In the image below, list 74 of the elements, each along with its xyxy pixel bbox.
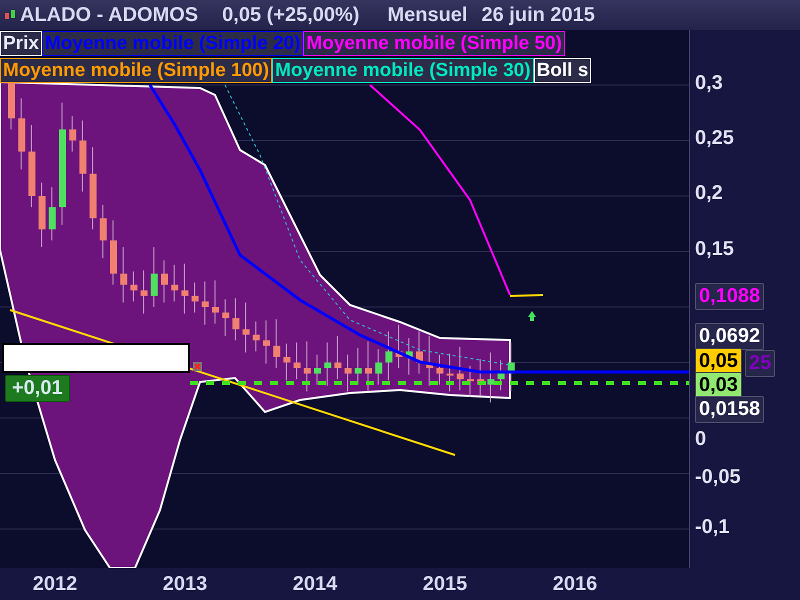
legend-item: Boll s — [534, 58, 592, 83]
legend-item: Moyenne mobile (Simple 30) — [272, 58, 534, 83]
candlestick — [263, 320, 270, 364]
candlestick — [314, 354, 321, 386]
candlestick — [324, 342, 332, 386]
candlestick — [304, 340, 311, 392]
year-label: 2012 — [32, 572, 78, 596]
legend-item: Moyenne mobile (Simple 20) — [42, 31, 304, 56]
candlestick — [508, 342, 515, 392]
candlestick — [426, 335, 434, 386]
candlestick — [487, 352, 494, 403]
price-tag: 25 — [745, 350, 776, 377]
candlestick — [436, 354, 444, 386]
candlestick — [202, 280, 209, 326]
candlestick — [110, 220, 117, 286]
price-tick-label: 0,3 — [695, 72, 723, 95]
price-tag: 0,0158 — [695, 396, 764, 423]
price-tick-label: -0,05 — [695, 466, 741, 489]
up-arrow-icon — [528, 311, 536, 321]
price-tag: 0,1088 — [695, 283, 764, 310]
price-tick-label: 0,2 — [695, 182, 723, 205]
candlestick — [100, 204, 107, 259]
price-tick-label: 0 — [695, 428, 706, 451]
candlestick — [344, 354, 352, 392]
year-label: 2014 — [292, 572, 338, 596]
candlestick — [396, 324, 403, 369]
candlestick — [140, 270, 148, 314]
candlestick — [181, 263, 188, 314]
date-label: 26 juin 2015 — [482, 4, 595, 26]
candlestick — [354, 348, 362, 386]
candlestick — [406, 338, 413, 376]
candlestick — [273, 318, 280, 369]
candlestick — [416, 330, 423, 374]
instrument-name: ALADO - ADOMOS — [20, 4, 198, 26]
candlestick — [467, 365, 474, 398]
candlestick — [212, 280, 219, 324]
legend-item: Moyenne mobile (Simple 50) — [303, 31, 565, 56]
candlestick — [130, 270, 138, 302]
candlestick — [294, 342, 301, 380]
candlestick — [252, 320, 260, 352]
candlestick — [477, 358, 484, 396]
candlestick — [232, 298, 240, 341]
period-label: Mensuel — [387, 4, 468, 26]
year-label: 2013 — [162, 572, 208, 596]
price-tick-label: 0,15 — [695, 238, 734, 261]
candlestick — [69, 116, 76, 152]
candlestick — [192, 282, 199, 314]
candlestick — [120, 246, 128, 304]
candlestick — [161, 260, 168, 304]
candlestick-icon — [4, 9, 16, 21]
legend-item: Prix — [0, 31, 42, 56]
candlestick — [446, 353, 454, 392]
quote-value: 0,05 (+25,00%) — [222, 4, 360, 26]
year-label: 2015 — [422, 572, 468, 596]
candlestick — [365, 340, 372, 392]
price-tag: 0,0692 — [695, 323, 764, 350]
price-tick-label: 0,25 — [695, 127, 734, 150]
candlestick — [498, 360, 505, 391]
candlestick — [283, 343, 290, 381]
candlestick — [171, 264, 178, 302]
candlestick — [334, 335, 342, 380]
candlestick — [222, 298, 230, 336]
candlestick — [242, 302, 250, 353]
candlestick — [38, 182, 46, 248]
candlestick — [375, 348, 382, 386]
price-tick-label: -0,1 — [695, 516, 730, 539]
candlestick — [385, 330, 392, 381]
year-label: 2016 — [552, 572, 598, 596]
candlestick — [48, 186, 56, 241]
change-badge: +0,01 — [5, 375, 70, 402]
candlestick — [456, 346, 464, 391]
legend-item: Moyenne mobile (Simple 100) — [0, 58, 272, 83]
candlestick — [150, 246, 158, 308]
close-icon — [193, 362, 202, 371]
